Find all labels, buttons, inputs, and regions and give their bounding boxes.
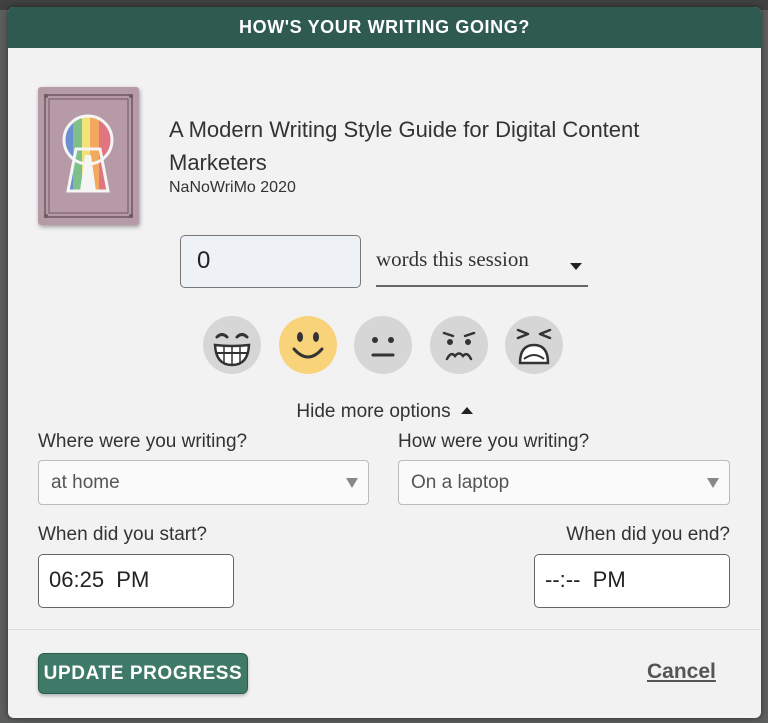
worried-face-icon[interactable] bbox=[429, 315, 489, 375]
hide-more-options-toggle[interactable]: Hide more options bbox=[8, 401, 761, 423]
progress-dialog: HOW'S YOUR WRITING GOING? A Modern Writi… bbox=[8, 7, 761, 718]
distressed-face-icon[interactable] bbox=[504, 315, 564, 375]
caret-down-icon bbox=[570, 263, 582, 270]
update-progress-button[interactable]: UPDATE PROGRESS bbox=[38, 653, 248, 694]
project-title: A Modern Writing Style Guide for Digital… bbox=[169, 117, 640, 175]
where-label: Where were you writing? bbox=[38, 431, 248, 452]
dropdown-arrow-icon bbox=[346, 478, 358, 488]
end-label: When did you end? bbox=[566, 524, 730, 545]
project-event: NaNoWriMo 2020 bbox=[169, 179, 296, 196]
where-select-value: at home bbox=[51, 472, 120, 493]
how-select[interactable]: On a laptop bbox=[398, 460, 730, 505]
dialog-title: HOW'S YOUR WRITING GOING? bbox=[8, 7, 761, 48]
ecstatic-face-icon[interactable] bbox=[202, 315, 262, 375]
cancel-link[interactable]: Cancel bbox=[647, 660, 716, 684]
toggle-label: Hide more options bbox=[296, 401, 451, 422]
happy-face-icon[interactable] bbox=[278, 315, 338, 375]
end-time-input[interactable]: --:-- PM bbox=[534, 554, 730, 608]
dropdown-arrow-icon bbox=[707, 478, 719, 488]
word-count-input[interactable]: 0 bbox=[180, 235, 361, 288]
neutral-face-icon[interactable] bbox=[353, 315, 413, 375]
footer-divider bbox=[8, 629, 761, 630]
project-cover bbox=[38, 87, 139, 225]
how-label: How were you writing? bbox=[398, 431, 590, 452]
how-select-value: On a laptop bbox=[411, 472, 510, 493]
caret-up-icon bbox=[460, 407, 473, 414]
count-unit-label: words this session bbox=[376, 247, 529, 271]
count-unit-select[interactable]: words this session bbox=[376, 239, 588, 287]
where-select[interactable]: at home bbox=[38, 460, 369, 505]
keyhole-rainbow-icon bbox=[44, 94, 133, 218]
start-label: When did you start? bbox=[38, 524, 207, 545]
start-time-input[interactable]: 06:25 PM bbox=[38, 554, 234, 608]
